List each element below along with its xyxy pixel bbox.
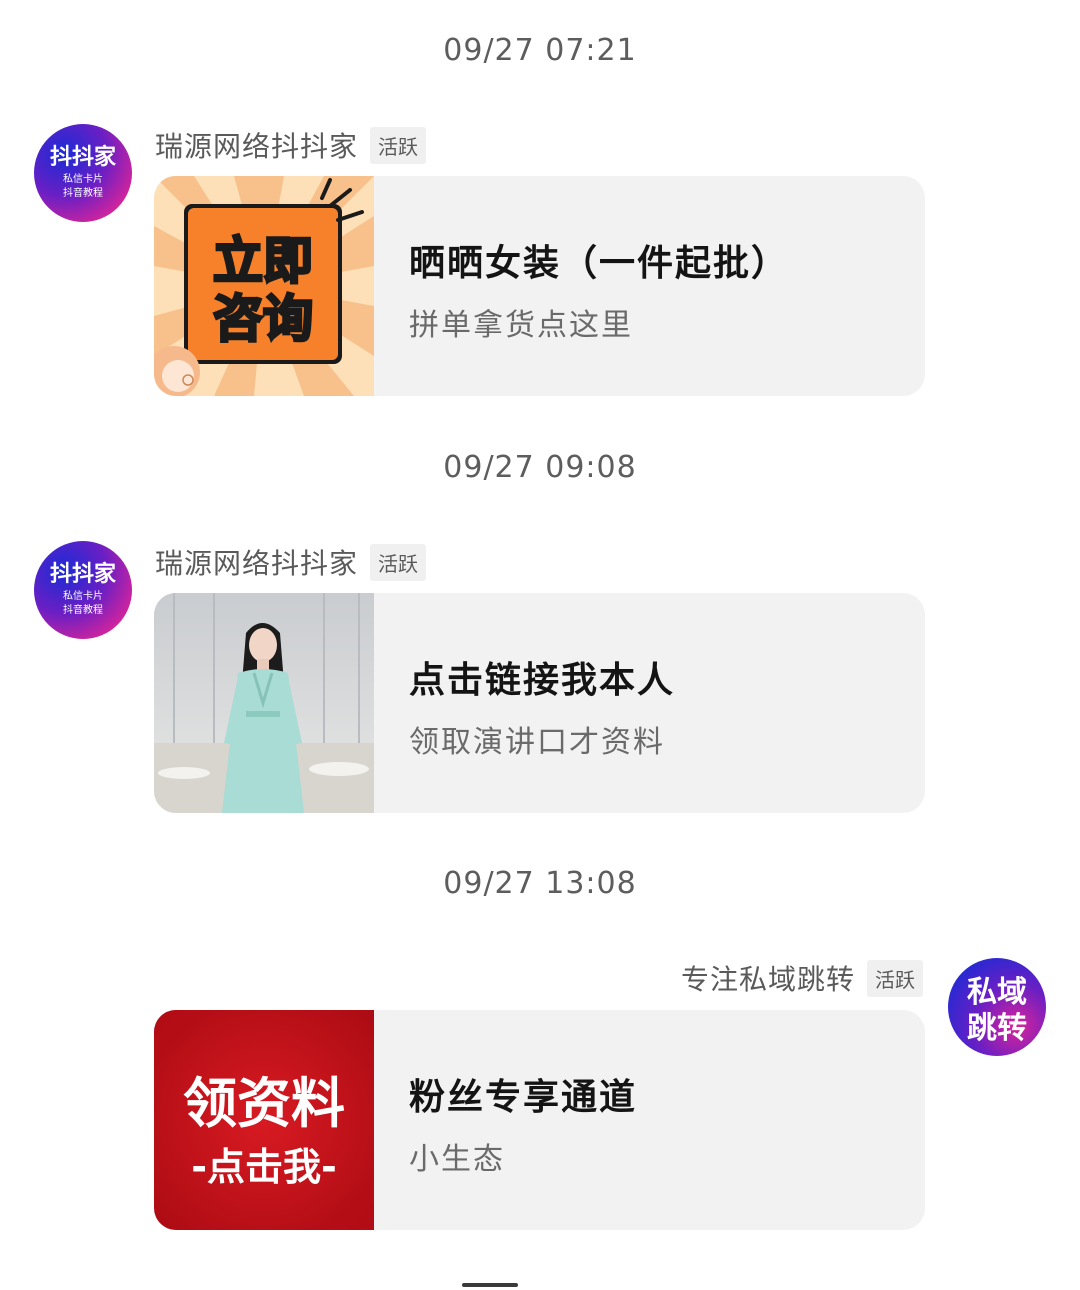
- sender-row: 瑞源网络抖抖家 活跃: [155, 125, 427, 165]
- thumb-text-line2: -点击我-: [191, 1145, 337, 1189]
- sender-row: 专注私域跳转 活跃: [681, 958, 923, 998]
- message-card[interactable]: 立即 咨询 晒晒女装（一件起批） 拼单拿货点这里: [154, 176, 925, 396]
- avatar-line2: 私信卡片: [63, 172, 103, 185]
- message-card[interactable]: 领资料 -点击我- 粉丝专享通道 小生态: [154, 1010, 925, 1230]
- sender-name: 专注私域跳转: [680, 963, 855, 996]
- card-title: 点击链接我本人: [409, 660, 676, 701]
- active-badge: 活跃: [370, 126, 427, 164]
- next-timestamp-peek: [462, 1283, 518, 1287]
- avatar-line2: 私信卡片: [63, 589, 103, 602]
- sender-name: 瑞源网络抖抖家: [155, 130, 359, 163]
- thumb-text-line1: 立即: [213, 232, 313, 290]
- timestamp: 09/27 13:08: [443, 866, 637, 901]
- card-thumbnail: 立即 咨询: [154, 176, 374, 396]
- card-subtitle: 领取演讲口才资料: [409, 725, 665, 760]
- thumb-text-line2: 咨询: [213, 290, 313, 348]
- timestamp: 09/27 09:08: [443, 450, 637, 485]
- timestamp: 09/27 07:21: [443, 33, 637, 68]
- avatar[interactable]: 私域 跳转: [948, 958, 1046, 1056]
- sender-row: 瑞源网络抖抖家 活跃: [155, 542, 427, 582]
- avatar[interactable]: 抖抖家 私信卡片 抖音教程: [34, 541, 132, 639]
- avatar-line3: 抖音教程: [63, 186, 103, 199]
- message-card[interactable]: 点击链接我本人 领取演讲口才资料: [154, 593, 925, 813]
- avatar[interactable]: 抖抖家 私信卡片 抖音教程: [34, 124, 132, 222]
- card-subtitle: 拼单拿货点这里: [409, 308, 633, 343]
- active-badge: 活跃: [370, 543, 427, 581]
- avatar-line1: 抖抖家: [50, 561, 117, 587]
- card-title: 晒晒女装（一件起批）: [409, 243, 790, 284]
- avatar-line1: 私域: [967, 975, 1027, 1010]
- card-thumbnail: 领资料 -点击我-: [154, 1010, 374, 1230]
- avatar-line3: 抖音教程: [63, 603, 103, 616]
- card-subtitle: 小生态: [409, 1142, 505, 1177]
- card-thumbnail: [154, 593, 374, 813]
- avatar-line1: 抖抖家: [50, 144, 117, 170]
- sender-name: 瑞源网络抖抖家: [155, 547, 359, 580]
- avatar-line2: 跳转: [967, 1011, 1027, 1046]
- card-title: 粉丝专享通道: [409, 1077, 638, 1118]
- thumb-text-line1: 领资料: [183, 1072, 345, 1135]
- active-badge: 活跃: [867, 959, 923, 997]
